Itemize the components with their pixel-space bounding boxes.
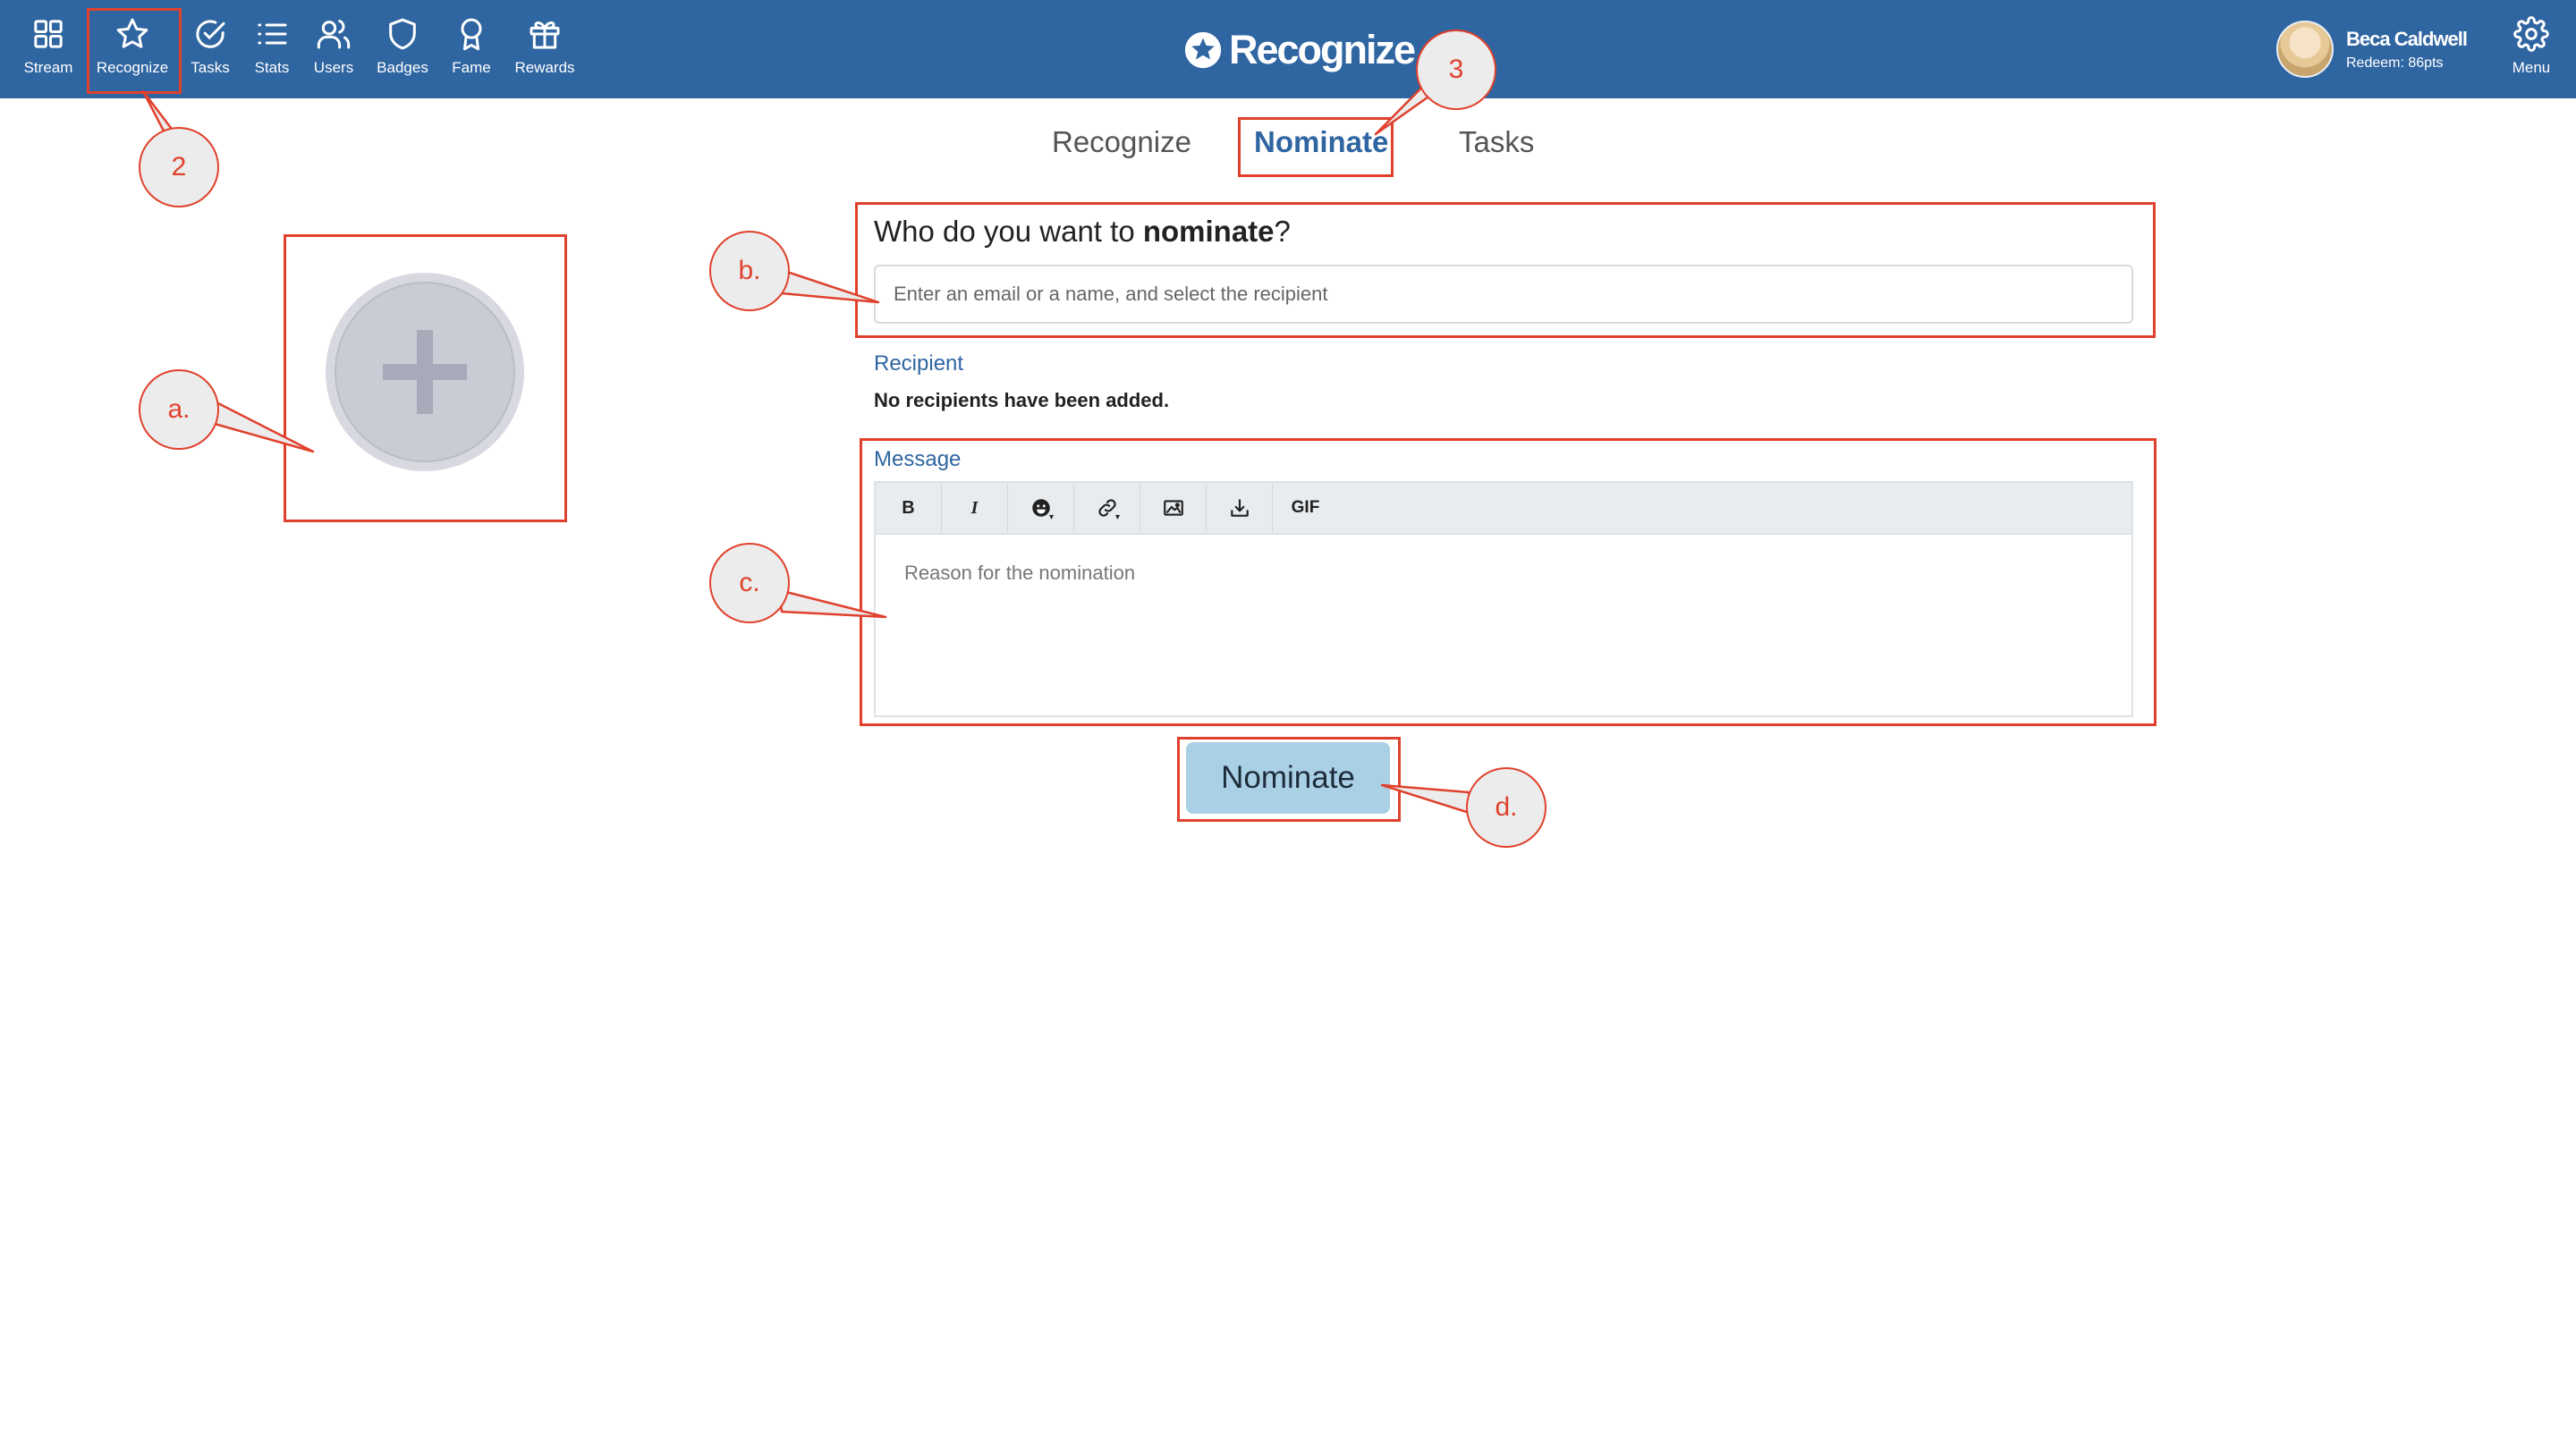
list-icon <box>258 23 287 45</box>
question-text: Who do you want to <box>874 215 1143 248</box>
gear-icon <box>2513 16 2549 52</box>
bold-button[interactable]: B <box>876 483 942 533</box>
tab-tasks[interactable]: Tasks <box>1459 125 1534 159</box>
tab-nominate[interactable]: Nominate <box>1254 125 1388 159</box>
add-badge-button[interactable] <box>326 273 524 471</box>
caret-down-icon: ▾ <box>1048 512 1054 522</box>
brand-name: Recognize <box>1229 27 1416 72</box>
nav-item-stats[interactable]: Stats <box>248 16 296 84</box>
award-icon <box>461 18 482 51</box>
message-textarea[interactable] <box>876 535 2131 715</box>
nav-label: Users <box>313 59 354 76</box>
upload-button[interactable] <box>1207 483 1273 533</box>
callout-b: b. <box>709 231 790 311</box>
nav-item-users[interactable]: Users <box>309 16 358 84</box>
star-icon <box>116 18 148 48</box>
link-button[interactable]: ▾ <box>1074 483 1140 533</box>
callout-d: d. <box>1466 767 1546 848</box>
caret-down-icon: ▾ <box>1114 512 1120 522</box>
image-button[interactable] <box>1140 483 1207 533</box>
message-editor: B I ▾ ▾ GIF <box>874 481 2133 717</box>
italic-button[interactable]: I <box>942 483 1008 533</box>
menu-button[interactable]: Menu <box>2504 16 2558 84</box>
callout-pointer-a <box>211 399 315 453</box>
plus-icon <box>417 330 433 414</box>
check-circle-icon <box>196 20 225 48</box>
nav-label: Recognize <box>96 59 169 76</box>
gif-button[interactable]: GIF <box>1273 483 1338 533</box>
nav-label: Badges <box>377 59 428 76</box>
question-mark: ? <box>1274 215 1291 248</box>
nav-label: Fame <box>452 59 491 76</box>
gift-icon <box>530 21 560 49</box>
user-profile[interactable]: Beca Caldwell Redeem: 86pts <box>2276 20 2468 79</box>
nav-item-recognize[interactable]: Recognize <box>89 16 175 84</box>
callout-pointer-b <box>780 269 880 304</box>
menu-label: Menu <box>2512 59 2551 76</box>
user-name: Beca Caldwell <box>2346 27 2468 50</box>
callout-2: 2 <box>139 127 219 207</box>
callout-c: c. <box>709 543 790 623</box>
tab-recognize[interactable]: Recognize <box>1052 125 1191 159</box>
download-icon <box>1230 499 1249 517</box>
nominate-question: Who do you want to nominate? <box>874 215 1291 249</box>
emoji-button[interactable]: ▾ <box>1008 483 1074 533</box>
recipient-label: Recipient <box>874 351 964 376</box>
nav-label: Stream <box>23 59 73 76</box>
callout-pointer-c <box>777 588 887 619</box>
brand-logo[interactable]: Recognize <box>1182 25 1416 75</box>
grid-icon <box>34 20 63 48</box>
nav-label: Stats <box>254 59 290 76</box>
nav-item-tasks[interactable]: Tasks <box>186 16 234 84</box>
star-badge-icon <box>1184 31 1222 69</box>
message-label: Message <box>874 447 962 471</box>
callout-pointer-d <box>1380 783 1474 816</box>
nav-item-stream[interactable]: Stream <box>20 16 77 84</box>
redeem-points[interactable]: Redeem: 86pts <box>2346 55 2467 72</box>
question-emphasis: nominate <box>1142 215 1275 248</box>
editor-toolbar: B I ▾ ▾ GIF <box>876 483 2131 535</box>
recipient-empty-text: No recipients have been added. <box>874 389 1170 411</box>
callout-a: a. <box>139 369 219 450</box>
nominate-submit-button[interactable]: Nominate <box>1186 742 1390 814</box>
shield-icon <box>389 18 416 50</box>
nav-label: Tasks <box>191 59 230 76</box>
top-nav-bar: Stream Recognize Tasks Stats Users Badge… <box>0 0 2576 98</box>
nav-item-rewards[interactable]: Rewards <box>512 16 578 84</box>
nav-label: Rewards <box>514 59 575 76</box>
recipient-search-input[interactable] <box>874 265 2133 324</box>
image-icon <box>1163 500 1183 516</box>
callout-pointer-2 <box>141 89 190 152</box>
users-icon <box>317 20 351 49</box>
nav-item-fame[interactable]: Fame <box>447 16 496 84</box>
nav-item-badges[interactable]: Badges <box>374 16 431 84</box>
avatar[interactable] <box>2276 21 2334 78</box>
